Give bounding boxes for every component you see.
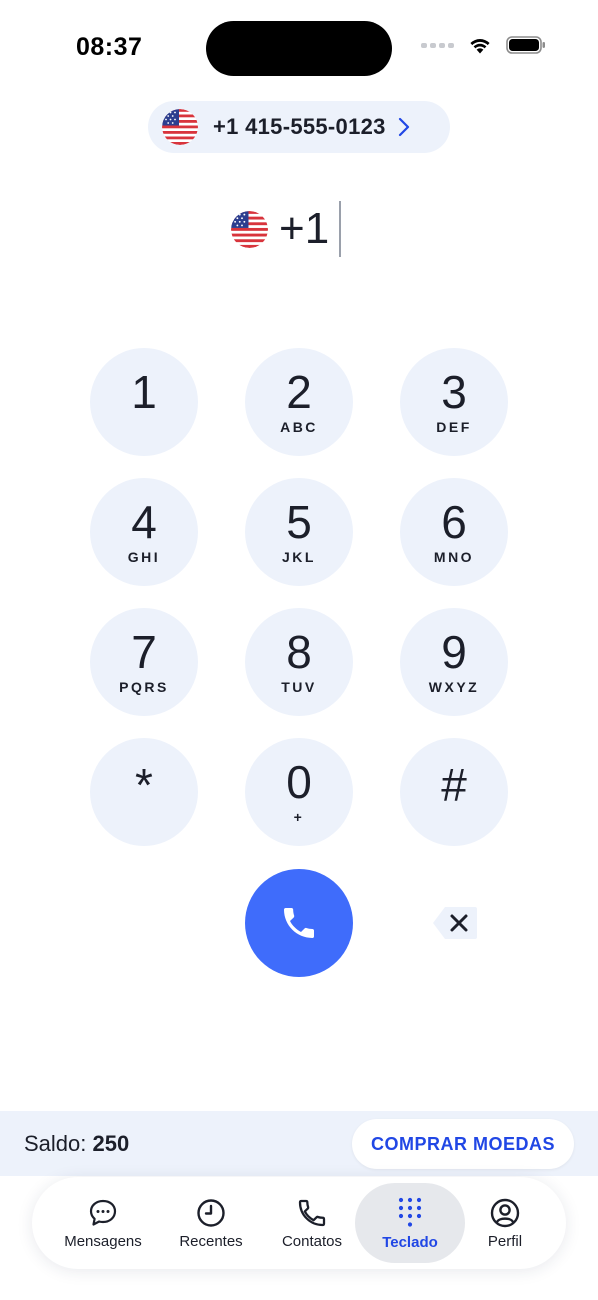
tab-label: Teclado <box>382 1233 438 1251</box>
key-digit: 0 <box>286 756 312 808</box>
key-6[interactable]: 6 MNO <box>400 478 508 586</box>
key-8[interactable]: 8 TUV <box>245 608 353 716</box>
tab-contatos[interactable]: Contatos <box>266 1183 358 1263</box>
chat-bubble-icon <box>89 1199 117 1226</box>
key-digit: 8 <box>286 626 312 678</box>
key-2[interactable]: 2 ABC <box>245 348 353 456</box>
key-letters: ABC <box>280 419 318 435</box>
signal-dots-icon <box>421 42 454 48</box>
tab-label: Recentes <box>179 1232 243 1250</box>
key-hash[interactable]: # <box>400 738 508 846</box>
key-digit: 6 <box>441 496 467 548</box>
key-letters: PQRS <box>119 679 169 695</box>
key-digit: # <box>441 759 467 811</box>
balance-value: 250 <box>92 1131 130 1156</box>
key-star[interactable]: * <box>90 738 198 846</box>
key-digit: 4 <box>131 496 157 548</box>
key-5[interactable]: 5 JKL <box>245 478 353 586</box>
key-digit: 9 <box>441 626 467 678</box>
key-3[interactable]: 3 DEF <box>400 348 508 456</box>
tab-label: Perfil <box>487 1232 523 1250</box>
balance-text: Saldo: 250 <box>24 1131 129 1157</box>
balance-bar: Saldo: 250 COMPRAR MOEDAS <box>0 1111 598 1176</box>
key-7[interactable]: 7 PQRS <box>90 608 198 716</box>
us-flag-icon <box>162 109 198 145</box>
key-letters: WXYZ <box>428 679 480 695</box>
key-digit: 2 <box>286 366 312 418</box>
tab-mensagens[interactable]: Mensagens <box>50 1183 156 1263</box>
chevron-right-icon <box>398 117 409 137</box>
phone-icon <box>284 908 314 938</box>
key-letters: DEF <box>436 419 472 435</box>
key-4[interactable]: 4 GHI <box>90 478 198 586</box>
key-digit: 5 <box>286 496 312 548</box>
key-0[interactable]: 0 + <box>245 738 353 846</box>
caller-number-selector[interactable]: +1 415-555-0123 <box>148 101 450 153</box>
tab-perfil[interactable]: Perfil <box>466 1183 544 1263</box>
tab-teclado[interactable]: Teclado <box>355 1183 465 1263</box>
wifi-icon <box>470 39 490 54</box>
key-9[interactable]: 9 WXYZ <box>400 608 508 716</box>
tab-recentes[interactable]: Recentes <box>162 1183 260 1263</box>
tab-label: Contatos <box>281 1232 343 1250</box>
tab-bar: Mensagens Recentes Contatos Teclado Perf… <box>32 1177 566 1269</box>
text-cursor <box>339 201 342 257</box>
key-letters: JKL <box>282 549 316 565</box>
key-digit: * <box>135 759 153 811</box>
phone-outline-icon <box>298 1199 326 1226</box>
backspace-icon <box>433 907 477 939</box>
key-letters: TUV <box>281 679 317 695</box>
call-button[interactable] <box>245 869 353 977</box>
buy-coins-button[interactable]: COMPRAR MOEDAS <box>352 1119 574 1169</box>
battery-icon <box>506 36 545 54</box>
dialed-number: +1 <box>279 204 330 253</box>
key-digit: 3 <box>441 366 467 418</box>
dynamic-island <box>206 21 392 76</box>
key-letters: + <box>293 809 305 825</box>
dialpad-icon <box>398 1197 422 1227</box>
profile-icon <box>490 1198 520 1227</box>
us-flag-icon <box>231 210 268 248</box>
clock-icon <box>197 1198 225 1227</box>
key-1[interactable]: 1 <box>90 348 198 456</box>
key-digit: 7 <box>131 626 157 678</box>
tab-label: Mensagens <box>64 1232 142 1250</box>
backspace-button[interactable] <box>431 905 479 941</box>
key-letters: MNO <box>433 549 475 565</box>
status-time: 08:37 <box>76 33 143 61</box>
balance-label: Saldo: <box>24 1131 87 1156</box>
key-digit: 1 <box>131 366 157 418</box>
key-letters: GHI <box>127 549 161 565</box>
status-icons <box>421 36 546 54</box>
dial-entry[interactable]: +1 <box>231 200 342 258</box>
caller-number: +1 415-555-0123 <box>213 114 386 139</box>
